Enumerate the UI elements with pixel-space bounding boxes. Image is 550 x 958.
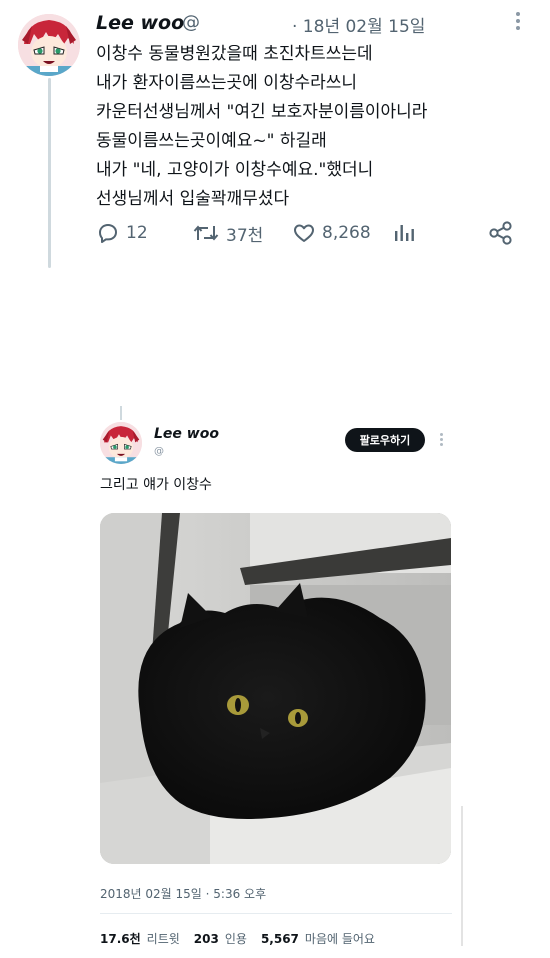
like-button[interactable]: 8,268 — [292, 218, 371, 248]
avatar-illustration — [100, 422, 142, 464]
tweet-actions: 12 37천 8,268 — [96, 218, 526, 248]
reply-button[interactable]: 12 — [96, 218, 148, 248]
like-count: 8,268 — [322, 223, 371, 243]
follow-button[interactable]: 팔로우하기 — [345, 428, 425, 452]
tweet-timestamp[interactable]: 2018년 02월 15일 · 5:36 오후 — [100, 885, 266, 902]
author-name[interactable]: Lee woo — [96, 12, 184, 34]
quotes-stat[interactable]: 203 인용 — [194, 930, 247, 947]
author-name[interactable]: Lee woo — [154, 426, 219, 442]
author-handle[interactable]: @ — [154, 446, 164, 457]
retweets-stat[interactable]: 17.6천 리트윗 — [100, 930, 180, 947]
retweets-label: 리트윗 — [146, 932, 180, 946]
author-avatar[interactable] — [100, 422, 142, 464]
more-icon[interactable] — [512, 10, 524, 32]
quotes-label: 인용 — [224, 932, 247, 946]
likes-label: 마음에 들어요 — [304, 932, 375, 946]
share-button[interactable] — [488, 218, 514, 248]
thread-line — [120, 406, 122, 420]
tweet-stats: 17.6천 리트윗 203 인용 5,567 마음에 들어요 — [100, 930, 389, 947]
cat-photo[interactable] — [100, 513, 451, 864]
author-handle[interactable]: @ — [182, 12, 200, 33]
author-avatar[interactable] — [18, 14, 80, 76]
stats-button[interactable] — [392, 218, 416, 248]
tweet-text: 그리고 얘가 이창수 — [100, 477, 212, 493]
divider — [100, 913, 452, 914]
likes-count: 5,567 — [260, 932, 299, 946]
tweet-text: 이창수 동물병원갔을때 초진차트쓰는데 내가 환자이름쓰는곳에 이창수라쓰니 카… — [96, 44, 428, 209]
quoted-tweet-screenshot: Lee woo @ 팔로우하기 그리고 얘가 이창수 2018년 02월 15일… — [0, 400, 550, 958]
retweet-count: 37천 — [226, 225, 264, 246]
black-cat-image — [100, 513, 451, 864]
retweets-count: 17.6천 — [100, 932, 141, 946]
more-icon[interactable] — [438, 432, 444, 448]
reply-icon — [99, 224, 117, 243]
scrollbar[interactable] — [461, 806, 463, 946]
heart-icon — [294, 224, 314, 242]
main-tweet: Lee woo @ · 18년 02월 15일 이창수 동물병원갔을때 초진차트… — [0, 0, 550, 280]
thread-line — [48, 78, 51, 268]
likes-stat[interactable]: 5,567 마음에 들어요 — [261, 930, 375, 947]
retweet-icon — [193, 225, 219, 241]
retweet-button[interactable]: 37천 — [192, 218, 263, 248]
reply-count: 12 — [126, 223, 148, 243]
share-icon — [489, 221, 512, 245]
avatar-illustration — [18, 14, 80, 76]
tweet-date[interactable]: · 18년 02월 15일 — [292, 12, 425, 37]
quotes-count: 203 — [193, 932, 219, 946]
stats-icon — [395, 225, 414, 241]
